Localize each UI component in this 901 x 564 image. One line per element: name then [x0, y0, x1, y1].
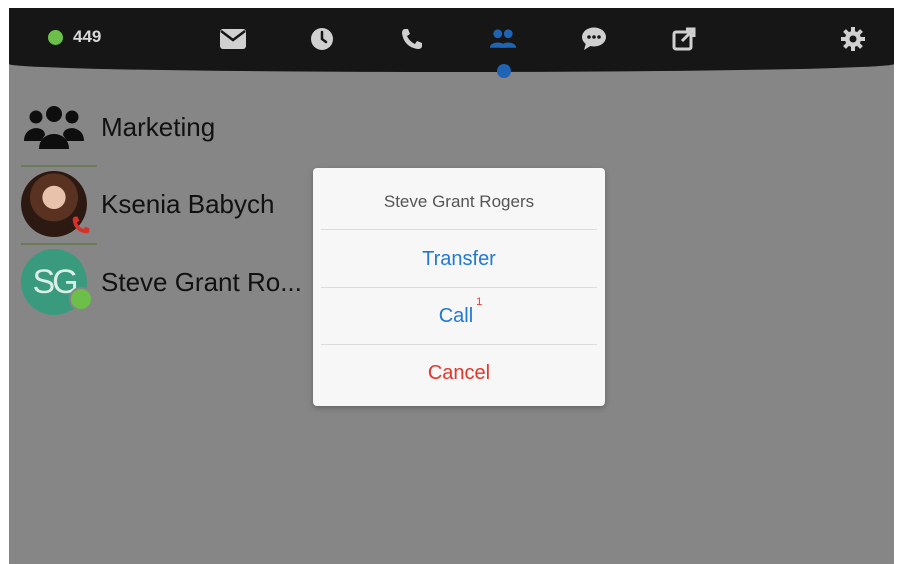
- list-item[interactable]: Ksenia Babych: [21, 171, 274, 237]
- call-count-badge: 1: [476, 296, 483, 308]
- mail-icon[interactable]: [219, 25, 247, 53]
- app-window: 449 Marketing Ksenia Babych SG Steve Gra…: [9, 8, 894, 564]
- external-link-icon[interactable]: [670, 25, 698, 53]
- contacts-icon[interactable]: [489, 25, 517, 53]
- gear-icon[interactable]: [839, 25, 867, 53]
- clock-icon[interactable]: [308, 25, 336, 53]
- cancel-button[interactable]: Cancel: [313, 345, 605, 401]
- call-label: Call: [438, 304, 474, 327]
- status-indicator[interactable]: 449: [48, 27, 101, 47]
- list-item[interactable]: Marketing: [21, 94, 215, 160]
- call-button[interactable]: Call 1: [313, 288, 605, 344]
- avatar: SG: [21, 249, 93, 315]
- divider: [321, 229, 597, 230]
- status-dot: [48, 29, 63, 45]
- status-count: 449: [73, 27, 102, 46]
- divider: [21, 243, 97, 245]
- transfer-label: Transfer: [422, 247, 496, 270]
- dialog-title: Steve Grant Rogers: [383, 192, 535, 211]
- cancel-label: Cancel: [427, 361, 491, 384]
- avatar: [21, 171, 90, 237]
- avatar: [21, 94, 87, 160]
- list-item[interactable]: SG Steve Grant Ro...: [21, 249, 302, 315]
- contact-name: Steve Grant Ro...: [101, 266, 302, 297]
- transfer-button[interactable]: Transfer: [313, 231, 605, 287]
- contact-name: Marketing: [101, 111, 216, 142]
- contact-action-dialog: Steve Grant Rogers Transfer Call 1 Cancel: [313, 168, 605, 406]
- chat-icon[interactable]: [580, 25, 608, 53]
- group-icon: [24, 106, 84, 149]
- online-status-dot: [69, 287, 93, 311]
- active-tab-indicator: [497, 64, 511, 78]
- divider: [21, 165, 97, 167]
- contact-name: Ksenia Babych: [101, 188, 275, 219]
- top-nav-bar: 449: [9, 8, 894, 72]
- phone-icon[interactable]: [398, 25, 426, 53]
- on-call-phone-icon: [72, 216, 90, 234]
